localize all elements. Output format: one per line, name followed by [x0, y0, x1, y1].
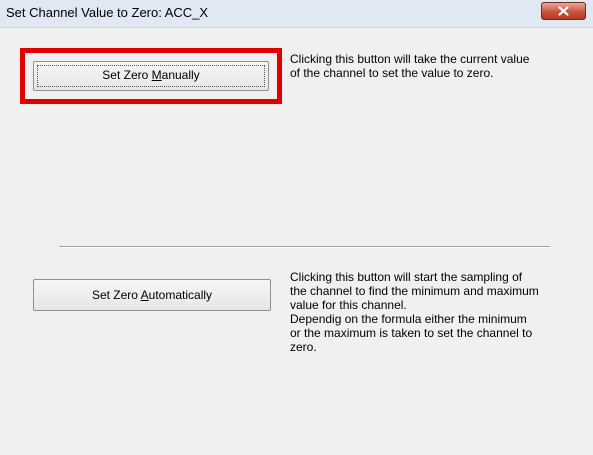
close-icon — [558, 6, 569, 16]
set-zero-manually-button[interactable]: Set Zero Manually — [33, 61, 269, 91]
close-button[interactable] — [541, 2, 586, 20]
description-line: zero. — [290, 340, 317, 354]
dialog-window: Set Channel Value to Zero: ACC_X Set Zer… — [0, 0, 593, 455]
description-line: or the maximum is taken to set the chann… — [290, 326, 533, 340]
set-zero-automatically-label: Set Zero Automatically — [91, 288, 213, 302]
automatic-description: Clicking this button will start the samp… — [290, 270, 539, 354]
separator — [59, 246, 550, 248]
description-line: Dependig on the formula either the minim… — [290, 312, 527, 326]
dialog-body: Set Zero Manually Clicking this button w… — [0, 28, 593, 455]
window-title: Set Channel Value to Zero: ACC_X — [6, 5, 209, 20]
description-line: Clicking this button will take the curre… — [290, 52, 530, 66]
set-zero-manually-label: Set Zero Manually — [102, 68, 200, 82]
description-line: the channel to find the minimum and maxi… — [290, 284, 539, 298]
manual-description: Clicking this button will take the curre… — [290, 52, 529, 80]
description-line: value for this channel. — [290, 298, 407, 312]
set-zero-automatically-button[interactable]: Set Zero Automatically — [33, 279, 271, 311]
title-bar[interactable]: Set Channel Value to Zero: ACC_X — [0, 0, 593, 28]
description-line: of the channel to set the value to zero. — [290, 66, 494, 80]
description-line: Clicking this button will start the samp… — [290, 270, 523, 284]
